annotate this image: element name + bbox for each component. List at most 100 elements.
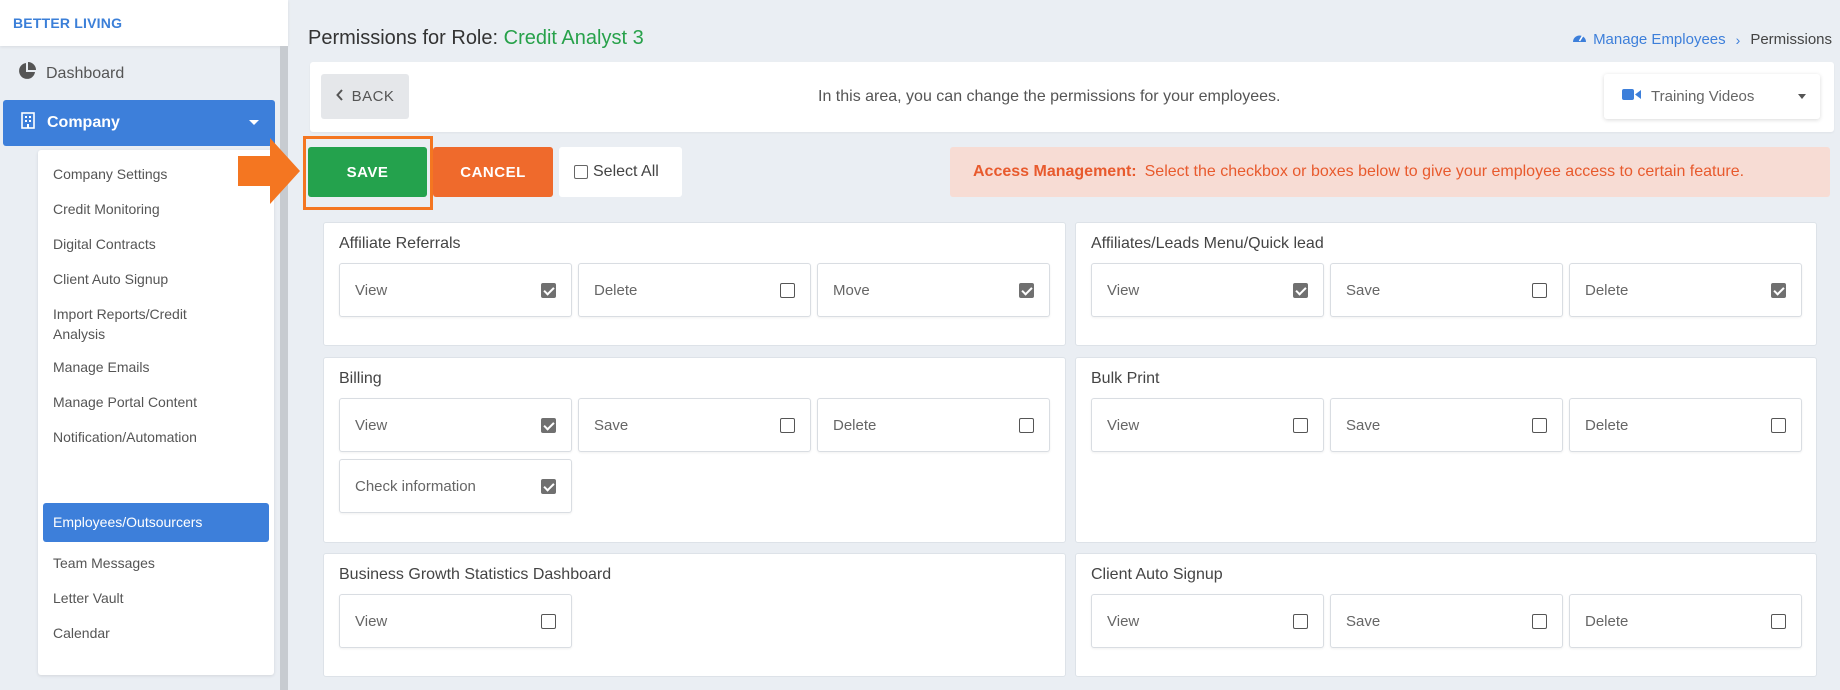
permission-card-business-growth: Business Growth Statistics Dashboard Vie… (323, 553, 1066, 677)
permission-label: Delete (1585, 613, 1629, 630)
submenu-client-auto-signup[interactable]: Client Auto Signup (53, 269, 263, 289)
checkbox[interactable] (780, 283, 795, 298)
submenu-credit-monitoring[interactable]: Credit Monitoring (53, 199, 263, 219)
page-title: Permissions for Role: Credit Analyst 3 (308, 27, 644, 50)
card-title: Affiliates/Leads Menu/Quick lead (1091, 235, 1324, 252)
submenu-team-messages[interactable]: Team Messages (53, 553, 263, 573)
permission-label: Move (833, 282, 870, 299)
breadcrumb-link-label: Manage Employees (1593, 31, 1726, 48)
checkbox[interactable] (1293, 614, 1308, 629)
permission-option[interactable]: Delete (1569, 594, 1802, 648)
training-videos-label: Training Videos (1651, 88, 1755, 105)
video-camera-icon (1622, 88, 1641, 105)
breadcrumb-manage-employees[interactable]: Manage Employees (1572, 31, 1726, 48)
back-label: BACK (351, 88, 395, 105)
page-title-prefix: Permissions for Role: (308, 27, 499, 49)
brand-logo[interactable]: BETTER LIVING (0, 0, 288, 46)
card-title: Business Growth Statistics Dashboard (339, 566, 612, 583)
back-button[interactable]: BACK (321, 74, 409, 119)
sidebar-item-dashboard[interactable]: Dashboard (18, 62, 124, 85)
permission-option[interactable]: View (1091, 263, 1324, 317)
permission-card-bulk-print: Bulk Print View Save Delete (1075, 357, 1817, 543)
checkbox[interactable] (1771, 283, 1786, 298)
chevron-right-icon: › (1735, 31, 1741, 48)
caret-down-icon (1798, 94, 1806, 99)
permission-label: View (355, 282, 388, 299)
checkbox[interactable] (541, 614, 556, 629)
card-title: Bulk Print (1091, 370, 1160, 387)
breadcrumb-current: Permissions (1750, 31, 1832, 48)
access-management-title: Access Management: (973, 163, 1137, 180)
sidebar-item-label: Dashboard (46, 64, 125, 82)
permission-option[interactable]: View (339, 263, 572, 317)
permission-option[interactable]: Delete (578, 263, 811, 317)
permission-card-affiliate-referrals: Affiliate Referrals View Delete Move (323, 222, 1066, 346)
permission-option[interactable]: Save (578, 398, 811, 452)
checkbox[interactable] (1532, 283, 1547, 298)
permission-option[interactable]: View (339, 398, 572, 452)
access-management-banner: Access Management: Select the checkbox o… (950, 147, 1830, 197)
chevron-left-icon (335, 88, 344, 105)
role-name: Credit Analyst 3 (503, 27, 644, 49)
checkbox[interactable] (1019, 418, 1034, 433)
checkbox[interactable] (1293, 283, 1308, 298)
checkbox[interactable] (574, 165, 588, 179)
permission-card-client-auto-signup: Client Auto Signup View Save Delete (1075, 553, 1817, 677)
sidebar-item-company[interactable]: Company (3, 100, 275, 146)
permission-card-billing: Billing View Save Delete Check informati… (323, 357, 1066, 543)
permission-label: Delete (833, 417, 877, 434)
checkbox[interactable] (541, 418, 556, 433)
permission-option[interactable]: Check information (339, 459, 572, 513)
sidebar: BETTER LIVING Dashboard Company Company … (0, 0, 288, 690)
permission-label: Check information (355, 478, 476, 495)
permission-option[interactable]: Save (1330, 398, 1563, 452)
permission-option[interactable]: Delete (1569, 398, 1802, 452)
permission-label: Save (594, 417, 629, 434)
permission-option[interactable]: View (1091, 398, 1324, 452)
permission-option[interactable]: Delete (817, 398, 1050, 452)
checkbox[interactable] (541, 283, 556, 298)
checkbox[interactable] (1532, 614, 1547, 629)
permission-card-affiliates-leads: Affiliates/Leads Menu/Quick lead View Sa… (1075, 222, 1817, 346)
submenu-manage-portal-content[interactable]: Manage Portal Content (53, 392, 263, 412)
checkbox[interactable] (541, 479, 556, 494)
checkbox[interactable] (1771, 418, 1786, 433)
breadcrumb: Manage Employees › Permissions (1572, 31, 1832, 48)
submenu-employees-outsourcers[interactable]: Employees/Outsourcers (43, 503, 269, 542)
permission-option[interactable]: Move (817, 263, 1050, 317)
permission-label: Save (1346, 417, 1381, 434)
permission-option[interactable]: View (339, 594, 572, 648)
submenu-digital-contracts[interactable]: Digital Contracts (53, 234, 263, 254)
checkbox[interactable] (1019, 283, 1034, 298)
save-button[interactable]: SAVE (308, 147, 427, 197)
permission-label: Delete (1585, 282, 1629, 299)
checkbox[interactable] (1293, 418, 1308, 433)
permission-option[interactable]: Delete (1569, 263, 1802, 317)
permission-option[interactable]: Save (1330, 263, 1563, 317)
submenu-notification-automation[interactable]: Notification/Automation (53, 427, 263, 447)
permission-label: View (1107, 282, 1140, 299)
submenu-letter-vault[interactable]: Letter Vault (53, 588, 263, 608)
card-title: Affiliate Referrals (339, 235, 461, 252)
permission-option[interactable]: Save (1330, 594, 1563, 648)
training-videos-dropdown[interactable]: Training Videos (1604, 74, 1820, 119)
checkbox[interactable] (1532, 418, 1547, 433)
checkbox[interactable] (1771, 614, 1786, 629)
access-management-text: Select the checkbox or boxes below to gi… (1144, 163, 1745, 180)
submenu-manage-emails[interactable]: Manage Emails (53, 357, 263, 377)
caret-down-icon (249, 120, 259, 125)
permission-label: View (1107, 613, 1140, 630)
submenu-company-settings[interactable]: Company Settings (53, 164, 263, 184)
submenu-import-reports[interactable]: Import Reports/Credit Analysis (53, 304, 223, 344)
permission-option[interactable]: View (1091, 594, 1324, 648)
submenu-calendar[interactable]: Calendar (53, 623, 263, 643)
dashboard-gauge-icon (1572, 31, 1587, 48)
select-all-checkbox[interactable]: Select All (559, 147, 682, 197)
sidebar-item-label: Company (47, 114, 120, 131)
building-icon (21, 112, 35, 134)
checkbox[interactable] (780, 418, 795, 433)
pie-chart-icon (18, 62, 36, 85)
card-title: Billing (339, 370, 382, 387)
permission-label: View (355, 613, 388, 630)
cancel-button[interactable]: CANCEL (433, 147, 553, 197)
